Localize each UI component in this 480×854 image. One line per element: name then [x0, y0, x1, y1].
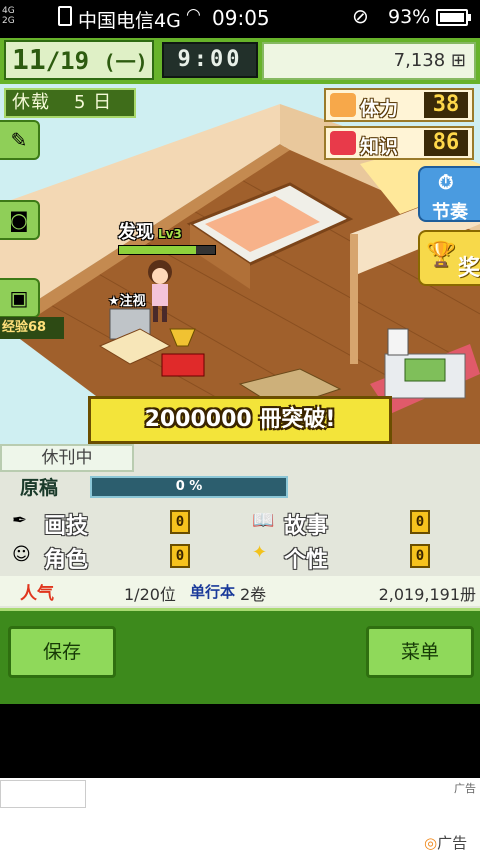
sim-icon: [58, 6, 72, 26]
carrier-name: 中国电信4G: [78, 10, 181, 32]
game-date: 11/19 (一): [4, 40, 154, 80]
status-bar: 4G 2G 中国电信4G ◠ 09:05 ⊘ 93%: [0, 0, 480, 36]
trophy-icon: 🏆: [426, 240, 456, 268]
stamina-value: 38: [424, 92, 468, 118]
popularity-label: 人气: [20, 584, 54, 604]
game-clock: 9:00: [162, 42, 258, 78]
knowledge-stat: 知识 86: [324, 126, 474, 160]
award-label: 奖: [458, 256, 480, 281]
menu-button[interactable]: 菜单: [366, 626, 474, 678]
skills-row-1: ✒ 画技 0 📖 故事 0: [0, 506, 480, 540]
battery-percent: 93%: [388, 6, 431, 28]
exp-indicator: 经验68: [0, 317, 64, 339]
notepad-icon: ✎: [10, 128, 28, 152]
camera-icon: ◙: [9, 208, 29, 232]
notice-text: 发现: [118, 222, 154, 243]
knowledge-value: 86: [424, 130, 468, 156]
briefcase-icon: ▣: [9, 286, 29, 310]
notice-progress-fill: [119, 246, 196, 254]
character-body: [152, 284, 168, 306]
draft-progress-bar: 0 %: [90, 476, 288, 498]
popularity-rank: 1/20位: [124, 585, 176, 604]
rhythm-button[interactable]: ⏱ 节奏: [418, 166, 480, 223]
status-time: 09:05: [212, 6, 270, 30]
story-value: 0: [410, 510, 430, 534]
partition-post: [350, 234, 358, 364]
rest-label: 休载: [12, 92, 50, 113]
open-book-icon: 📖: [252, 510, 275, 531]
date-day: /19: [45, 47, 90, 75]
battery-tip: [468, 14, 471, 21]
battery-icon: [436, 9, 468, 26]
mute-icon: ⊘: [352, 4, 369, 28]
drawing-label: 画技: [44, 514, 89, 539]
sales-row: 人气 1/20位 单行本 2卷 2,019,191册: [0, 576, 480, 606]
drawing-value: 0: [170, 510, 190, 534]
character-label: 角色: [44, 548, 89, 573]
network-type: 4G 2G: [2, 6, 15, 26]
desk-paper: [404, 358, 446, 382]
draft-label: 原稿: [20, 477, 59, 499]
skills-row-2: ☺ 角色 0 ✦ 个性 0: [0, 540, 480, 574]
milestone-banner: 2000000 冊突破!: [88, 396, 392, 444]
save-button[interactable]: 保存: [8, 626, 116, 678]
pen-icon: ✒: [12, 510, 28, 531]
story-label: 故事: [284, 514, 329, 539]
personality-label: 个性: [284, 548, 329, 573]
copies-sold: 2,019,191册: [378, 585, 476, 604]
wifi-icon: ◠: [186, 5, 201, 25]
rhythm-label: 节奏: [432, 202, 468, 223]
notice-progress-bar: [118, 245, 216, 255]
stamina-icon: [330, 93, 356, 117]
date-weekday: (一): [103, 50, 148, 74]
character-leg: [153, 306, 158, 322]
ad-logo-icon: ◎: [424, 834, 438, 852]
knowledge-label: 知识: [360, 136, 399, 158]
rest-indicator: 休载 5 日: [4, 88, 136, 118]
speech-face-icon: ☺: [12, 544, 31, 565]
notice-level: Lv3: [158, 227, 182, 241]
stamina-label: 体力: [360, 98, 399, 120]
clock-icon: ⏱: [438, 170, 454, 194]
ad-placeholder[interactable]: [0, 780, 86, 808]
character-value: 0: [170, 544, 190, 568]
character-face: [152, 268, 168, 284]
stamina-stat: 体力 38: [324, 88, 474, 122]
rest-days: 5 日: [74, 92, 113, 113]
sparkle-icon: ✦: [252, 542, 268, 563]
date-month: 11: [12, 43, 46, 76]
red-box: [161, 353, 205, 377]
briefcase-button[interactable]: ▣: [0, 278, 40, 318]
money-display: 7,138 ⊞: [262, 42, 476, 80]
ad-tag: 广告: [454, 782, 476, 795]
notice-label: 发现 Lv3: [118, 218, 182, 244]
personality-value: 0: [410, 544, 430, 568]
attention-label: ★注视: [108, 294, 146, 309]
attention-text: 注视: [119, 294, 146, 309]
desk-chair: [387, 328, 409, 356]
camera-button[interactable]: ◙: [0, 200, 40, 240]
pause-status: 休刊中: [0, 444, 134, 472]
ad-tag-bottom[interactable]: ◎广告: [424, 832, 467, 853]
draft-percent: 0 %: [175, 479, 203, 494]
single-volume-label: 单行本: [190, 583, 236, 601]
notes-button[interactable]: ✎: [0, 120, 40, 160]
award-button[interactable]: 🏆 奖: [418, 230, 480, 286]
character-leg: [162, 306, 167, 322]
book-icon: [330, 131, 356, 155]
volume-count: 2卷: [240, 585, 267, 604]
